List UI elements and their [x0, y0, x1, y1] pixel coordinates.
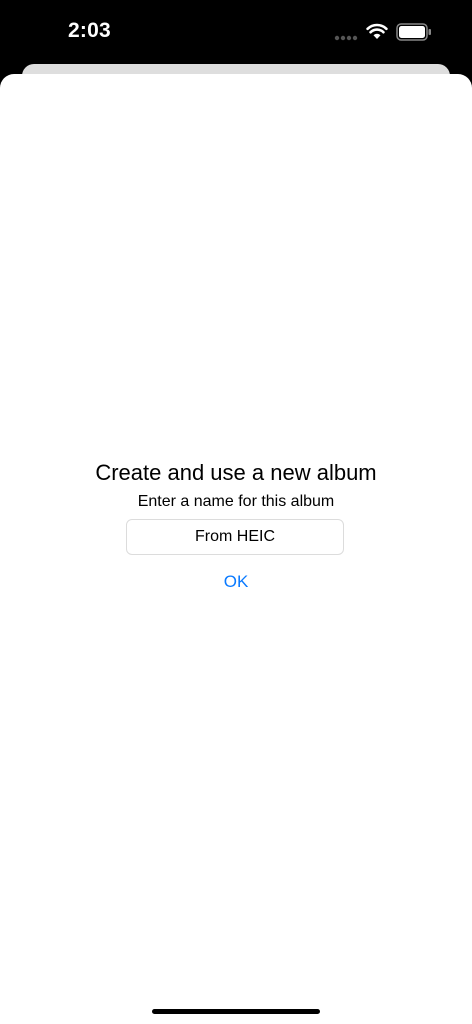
home-indicator[interactable] [152, 1009, 320, 1014]
dialog-subtitle: Enter a name for this album [137, 493, 335, 510]
status-bar: 2:03 [0, 0, 472, 64]
album-name-field[interactable] [126, 519, 344, 555]
album-sheet: Create and use a new album Enter a name … [0, 74, 472, 1024]
signal-dots-icon [334, 35, 358, 41]
wifi-icon [366, 23, 388, 39]
status-time: 2:03 [68, 19, 111, 42]
dialog-title: Create and use a new album [95, 460, 377, 485]
battery-icon [396, 23, 431, 41]
ok-button[interactable]: OK [196, 570, 276, 594]
